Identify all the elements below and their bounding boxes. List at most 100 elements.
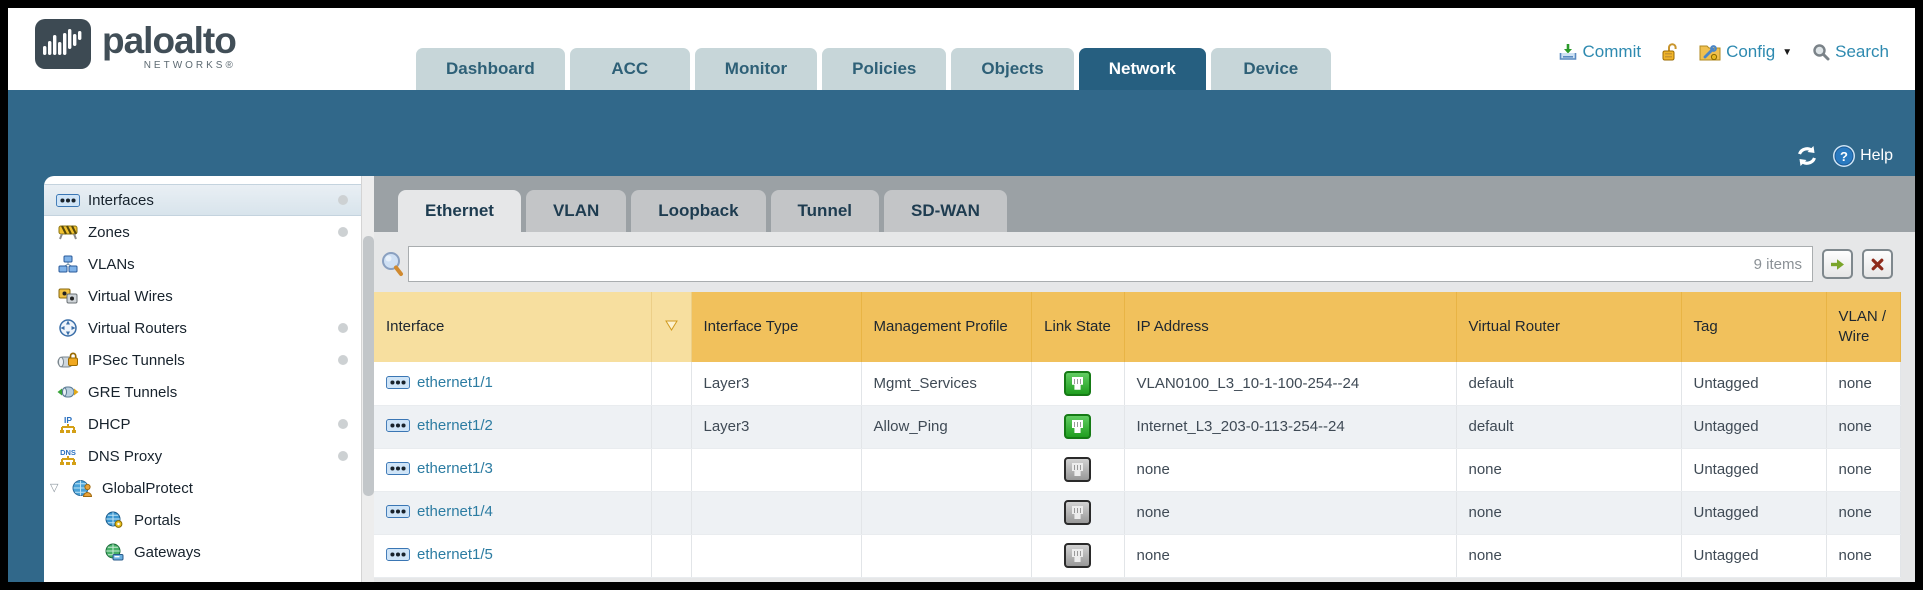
paloalto-logo: paloalto NETWORKS®: [34, 18, 236, 71]
clear-x-icon: [1871, 258, 1884, 271]
cell-virtual-router: none: [1456, 534, 1681, 577]
pan-os-webui: paloalto NETWORKS® Dashboard ACC Monitor…: [8, 8, 1915, 582]
commit-icon: [1558, 42, 1578, 62]
ethernet-port-icon: [386, 548, 410, 565]
sidebar-item-vlans[interactable]: VLANs: [44, 248, 374, 280]
nav-tab-network[interactable]: Network: [1079, 48, 1206, 90]
sidebar-scrollbar[interactable]: [361, 176, 374, 582]
sidebar-item-label: Interfaces: [88, 192, 154, 209]
column-header-tag[interactable]: Tag: [1681, 292, 1826, 362]
help-label: Help: [1860, 147, 1893, 165]
sidebar-item-dns-proxy[interactable]: DNS DNS Proxy: [44, 440, 374, 472]
tab-ethernet[interactable]: Ethernet: [398, 190, 521, 232]
globalprotect-icon: [70, 478, 94, 498]
apply-filter-button[interactable]: [1822, 249, 1853, 279]
cell-management-profile: Allow_Ping: [861, 405, 1031, 448]
items-count: 9 items: [1754, 256, 1802, 273]
column-header-interface[interactable]: Interface: [374, 292, 651, 362]
nav-tab-monitor[interactable]: Monitor: [695, 48, 817, 90]
lock-button[interactable]: [1661, 42, 1679, 62]
filter-input-wrap: 9 items: [408, 246, 1813, 282]
refresh-icon[interactable]: [1794, 145, 1820, 167]
sidebar-item-globalprotect[interactable]: ▽ GlobalProtect: [44, 472, 374, 504]
clear-filter-button[interactable]: [1862, 249, 1893, 279]
link-state-icon: [1064, 543, 1091, 568]
nav-tab-dashboard[interactable]: Dashboard: [416, 48, 565, 90]
chevron-down-icon: ▼: [1782, 47, 1792, 58]
column-header-vlan-wire[interactable]: VLAN / Wire: [1826, 292, 1901, 362]
sidebar-item-portals[interactable]: Portals: [44, 504, 374, 536]
interface-link[interactable]: ethernet1/1: [417, 374, 493, 391]
interface-type-tabs: Ethernet VLAN Loopback Tunnel SD-WAN: [374, 176, 1915, 232]
interface-link[interactable]: ethernet1/5: [417, 546, 493, 563]
column-label: Interface: [386, 318, 444, 335]
sidebar-item-zones[interactable]: Zones: [44, 216, 374, 248]
logo-text: paloalto NETWORKS®: [102, 18, 236, 71]
column-menu-button[interactable]: [651, 292, 691, 362]
nav-tab-policies[interactable]: Policies: [822, 48, 946, 90]
cell-interface-type: Layer3: [691, 362, 861, 405]
config-icon: [1699, 42, 1721, 62]
sidebar-item-interfaces[interactable]: Interfaces: [44, 184, 374, 216]
sidebar-item-gre-tunnels[interactable]: GRE Tunnels: [44, 376, 374, 408]
cell-virtual-router: default: [1456, 362, 1681, 405]
tab-tunnel[interactable]: Tunnel: [771, 190, 879, 232]
green-arrow-icon: [1830, 258, 1845, 271]
status-dot: [338, 419, 348, 429]
sidebar-item-gateways[interactable]: Gateways: [44, 536, 374, 568]
lock-icon: [1661, 42, 1679, 62]
interface-link[interactable]: ethernet1/2: [417, 417, 493, 434]
sidebar-item-virtual-routers[interactable]: Virtual Routers: [44, 312, 374, 344]
sidebar-item-virtual-wires[interactable]: Virtual Wires: [44, 280, 374, 312]
sort-triangle-icon: [665, 320, 678, 331]
status-dot: [338, 323, 348, 333]
sidebar-scrollbar-thumb[interactable]: [363, 236, 374, 496]
cell-management-profile: [861, 491, 1031, 534]
link-state-icon: [1064, 457, 1091, 482]
column-header-link-state[interactable]: Link State: [1031, 292, 1124, 362]
sidebar-item-label: DNS Proxy: [88, 448, 162, 465]
cell-ip-address: Internet_L3_203-0-113-254--24: [1124, 405, 1456, 448]
search-button[interactable]: Search: [1812, 42, 1889, 62]
band-actions: ? Help: [1794, 144, 1893, 168]
link-state-icon: [1064, 371, 1091, 396]
search-icon: [1812, 43, 1830, 61]
config-label: Config: [1726, 42, 1775, 62]
sidebar-item-label: VLANs: [88, 256, 135, 273]
interface-link[interactable]: ethernet1/3: [417, 460, 493, 477]
commit-button[interactable]: Commit: [1558, 42, 1642, 62]
nav-tab-device[interactable]: Device: [1211, 48, 1331, 90]
cell-tag: Untagged: [1681, 534, 1826, 577]
cell-vlan-wire: none: [1826, 405, 1901, 448]
table-header-row: Interface Interface Type Management Prof…: [374, 292, 1901, 362]
column-header-virtual-router[interactable]: Virtual Router: [1456, 292, 1681, 362]
tab-sdwan[interactable]: SD-WAN: [884, 190, 1007, 232]
collapse-expander-icon[interactable]: ▽: [50, 481, 58, 494]
filter-input[interactable]: [419, 249, 1754, 279]
tab-vlan[interactable]: VLAN: [526, 190, 626, 232]
column-header-ip-address[interactable]: IP Address: [1124, 292, 1456, 362]
sidebar-item-dhcp[interactable]: IP DHCP: [44, 408, 374, 440]
column-header-interface-type[interactable]: Interface Type: [691, 292, 861, 362]
dns-proxy-icon: DNS: [56, 446, 80, 466]
cell-vlan-wire: none: [1826, 491, 1901, 534]
cell-tag: Untagged: [1681, 405, 1826, 448]
sidebar-item-label: Virtual Routers: [88, 320, 187, 337]
cell-ip-address: VLAN0100_L3_10-1-100-254--24: [1124, 362, 1456, 405]
ethernet-port-icon: [386, 462, 410, 479]
sidebar-list: Interfaces Zones VLANs: [44, 176, 374, 568]
nav-tab-acc[interactable]: ACC: [570, 48, 690, 90]
cell-ip-address: none: [1124, 491, 1456, 534]
config-menu[interactable]: Config ▼: [1699, 42, 1792, 62]
cell-tag: Untagged: [1681, 448, 1826, 491]
svg-text:?: ?: [1840, 149, 1848, 164]
tab-loopback[interactable]: Loopback: [631, 190, 765, 232]
help-button[interactable]: ? Help: [1832, 144, 1893, 168]
interface-link[interactable]: ethernet1/4: [417, 503, 493, 520]
cell-virtual-router: none: [1456, 491, 1681, 534]
sidebar-item-ipsec-tunnels[interactable]: IPSec Tunnels: [44, 344, 374, 376]
column-header-management-profile[interactable]: Management Profile: [861, 292, 1031, 362]
filter-search-icon: [380, 251, 404, 277]
nav-tab-objects[interactable]: Objects: [951, 48, 1073, 90]
status-dot: [338, 227, 348, 237]
